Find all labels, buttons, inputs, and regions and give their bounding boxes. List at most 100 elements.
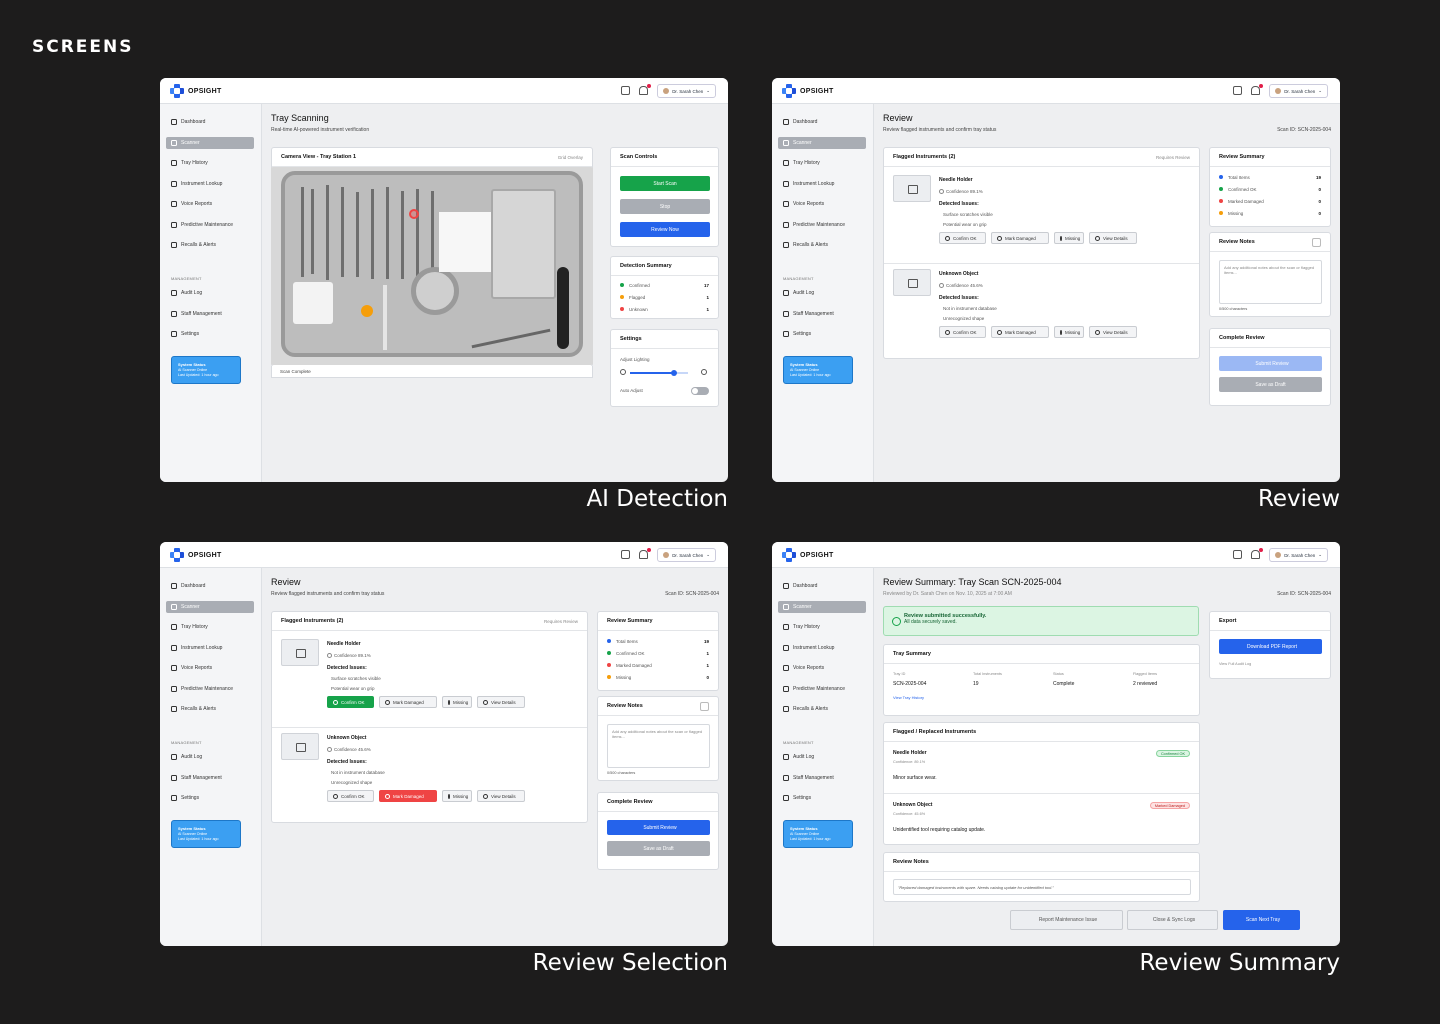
sidebar-item-predictive-maintenance[interactable]: Predictive Maintenance bbox=[778, 219, 866, 231]
sidebar-item-predictive-maintenance[interactable]: Predictive Maintenance bbox=[166, 219, 254, 231]
missing-button[interactable]: Missing bbox=[442, 696, 472, 708]
microphone-icon[interactable] bbox=[1312, 238, 1321, 247]
user-menu[interactable]: Dr. Sarah Chen ⌄ bbox=[1269, 84, 1328, 98]
submit-review-button[interactable]: Submit Review bbox=[1219, 356, 1322, 371]
view-details-button[interactable]: View Details bbox=[477, 696, 525, 708]
view-details-button[interactable]: View Details bbox=[1089, 326, 1137, 338]
sidebar-item-tray-history[interactable]: Tray History bbox=[778, 621, 866, 633]
confirm-ok-button[interactable]: Confirm OK bbox=[939, 232, 986, 244]
sidebar-item-voice-reports[interactable]: Voice Reports bbox=[166, 198, 254, 210]
sidebar-item-settings[interactable]: Settings bbox=[166, 328, 254, 340]
sidebar-item-dashboard[interactable]: Dashboard bbox=[778, 580, 866, 592]
system-status[interactable]: System Status AI Scanner Online Last Updat… bbox=[783, 356, 853, 384]
sidebar-item-scanner[interactable]: Scanner bbox=[778, 136, 866, 149]
nav-icon bbox=[171, 754, 177, 760]
stop-button[interactable]: Stop bbox=[620, 199, 710, 214]
sidebar-item-instrument-lookup[interactable]: Instrument Lookup bbox=[778, 178, 866, 190]
sidebar-item-scanner[interactable]: Scanner bbox=[166, 136, 254, 149]
system-status[interactable]: System Status AI Scanner Online Last Updat… bbox=[783, 820, 853, 848]
mail-icon[interactable] bbox=[1233, 86, 1242, 95]
save-draft-button[interactable]: Save as Draft bbox=[1219, 377, 1322, 392]
status-badge: Marked Damaged bbox=[1149, 802, 1190, 809]
review-now-button[interactable]: Review Now bbox=[620, 222, 710, 237]
view-details-button[interactable]: View Details bbox=[1089, 232, 1137, 244]
sidebar-item-recalls-alerts[interactable]: Recalls & Alerts bbox=[166, 239, 254, 251]
missing-button[interactable]: Missing bbox=[1054, 326, 1084, 338]
sidebar-item-recalls-alerts[interactable]: Recalls & Alerts bbox=[166, 703, 254, 715]
user-menu[interactable]: Dr. Sarah Chen ⌄ bbox=[657, 84, 716, 98]
sidebar-item-settings[interactable]: Settings bbox=[778, 328, 866, 340]
report-maintenance-button[interactable]: Report Maintenance Issue bbox=[1010, 910, 1123, 930]
sidebar-item-staff-management[interactable]: Staff Management bbox=[166, 772, 254, 784]
sidebar-item-voice-reports[interactable]: Voice Reports bbox=[778, 662, 866, 674]
sidebar-item-audit-log[interactable]: Audit Log bbox=[778, 751, 866, 763]
download-pdf-button[interactable]: Download PDF Report bbox=[1219, 639, 1322, 654]
sidebar-item-predictive-maintenance[interactable]: Predictive Maintenance bbox=[778, 683, 866, 695]
review-notes-input[interactable]: Add any additional notes about the scan … bbox=[1219, 260, 1322, 304]
auto-adjust-toggle[interactable] bbox=[691, 387, 709, 395]
logo[interactable]: OPSIGHT bbox=[782, 548, 834, 562]
view-audit-log-link[interactable]: View Full Audit Log bbox=[1219, 662, 1251, 666]
missing-button[interactable]: Missing bbox=[442, 790, 472, 802]
lighting-slider[interactable] bbox=[630, 370, 688, 376]
sidebar-item-dashboard[interactable]: Dashboard bbox=[166, 580, 254, 592]
scan-next-tray-button[interactable]: Scan Next Tray bbox=[1223, 910, 1300, 930]
page-title: Review bbox=[271, 577, 301, 587]
sidebar-item-staff-management[interactable]: Staff Management bbox=[778, 308, 866, 320]
sidebar-item-scanner[interactable]: Scanner bbox=[166, 600, 254, 613]
mark-damaged-button[interactable]: Mark Damaged bbox=[991, 232, 1049, 244]
user-menu[interactable]: Dr. Sarah Chen ⌄ bbox=[1269, 548, 1328, 562]
sidebar-item-recalls-alerts[interactable]: Recalls & Alerts bbox=[778, 239, 866, 251]
sidebar-item-instrument-lookup[interactable]: Instrument Lookup bbox=[166, 642, 254, 654]
logo[interactable]: OPSIGHT bbox=[170, 84, 222, 98]
sidebar-item-label: Recalls & Alerts bbox=[793, 706, 829, 712]
action-icon bbox=[385, 699, 390, 705]
action-icon bbox=[1095, 235, 1100, 241]
microphone-icon[interactable] bbox=[700, 702, 709, 711]
sidebar-item-voice-reports[interactable]: Voice Reports bbox=[166, 662, 254, 674]
sidebar-item-dashboard[interactable]: Dashboard bbox=[166, 116, 254, 128]
mail-icon[interactable] bbox=[1233, 550, 1242, 559]
mail-icon[interactable] bbox=[621, 86, 630, 95]
sidebar-item-tray-history[interactable]: Tray History bbox=[778, 157, 866, 169]
sidebar-item-audit-log[interactable]: Audit Log bbox=[166, 287, 254, 299]
sidebar-item-instrument-lookup[interactable]: Instrument Lookup bbox=[166, 178, 254, 190]
view-tray-history-link[interactable]: View Tray History bbox=[893, 695, 924, 700]
sidebar-item-staff-management[interactable]: Staff Management bbox=[778, 772, 866, 784]
sidebar-item-settings[interactable]: Settings bbox=[778, 792, 866, 804]
sidebar-item-audit-log[interactable]: Audit Log bbox=[778, 287, 866, 299]
system-status[interactable]: System Status AI Scanner Online Last Updat… bbox=[171, 356, 241, 384]
confirm-ok-button[interactable]: Confirm OK bbox=[939, 326, 986, 338]
review-notes-input[interactable]: Add any additional notes about the scan … bbox=[607, 724, 710, 768]
sidebar-item-recalls-alerts[interactable]: Recalls & Alerts bbox=[778, 703, 866, 715]
sidebar-item-instrument-lookup[interactable]: Instrument Lookup bbox=[778, 642, 866, 654]
start-scan-button[interactable]: Start Scan bbox=[620, 176, 710, 191]
sidebar-item-voice-reports[interactable]: Voice Reports bbox=[778, 198, 866, 210]
mail-icon[interactable] bbox=[621, 550, 630, 559]
status-dot-icon bbox=[620, 307, 624, 311]
view-details-button[interactable]: View Details bbox=[477, 790, 525, 802]
sidebar-item-staff-management[interactable]: Staff Management bbox=[166, 308, 254, 320]
user-menu[interactable]: Dr. Sarah Chen ⌄ bbox=[657, 548, 716, 562]
logo[interactable]: OPSIGHT bbox=[170, 548, 222, 562]
sidebar-item-tray-history[interactable]: Tray History bbox=[166, 157, 254, 169]
sidebar-item-scanner[interactable]: Scanner bbox=[778, 600, 866, 613]
grid-overlay-toggle[interactable]: Grid Overlay bbox=[558, 155, 583, 160]
submit-review-button[interactable]: Submit Review bbox=[607, 820, 710, 835]
save-draft-button[interactable]: Save as Draft bbox=[607, 841, 710, 856]
logo-icon bbox=[170, 84, 184, 98]
mark-damaged-button[interactable]: Mark Damaged bbox=[379, 696, 437, 708]
mark-damaged-button[interactable]: Mark Damaged bbox=[379, 790, 437, 802]
sidebar-item-audit-log[interactable]: Audit Log bbox=[166, 751, 254, 763]
confirm-ok-button[interactable]: Confirm OK bbox=[327, 696, 374, 708]
logo[interactable]: OPSIGHT bbox=[782, 84, 834, 98]
missing-button[interactable]: Missing bbox=[1054, 232, 1084, 244]
mark-damaged-button[interactable]: Mark Damaged bbox=[991, 326, 1049, 338]
sidebar-item-predictive-maintenance[interactable]: Predictive Maintenance bbox=[166, 683, 254, 695]
sidebar-item-dashboard[interactable]: Dashboard bbox=[778, 116, 866, 128]
sidebar-item-settings[interactable]: Settings bbox=[166, 792, 254, 804]
system-status[interactable]: System Status AI Scanner Online Last Updat… bbox=[171, 820, 241, 848]
confirm-ok-button[interactable]: Confirm OK bbox=[327, 790, 374, 802]
sidebar-item-tray-history[interactable]: Tray History bbox=[166, 621, 254, 633]
close-sync-button[interactable]: Close & Sync Logs bbox=[1127, 910, 1218, 930]
